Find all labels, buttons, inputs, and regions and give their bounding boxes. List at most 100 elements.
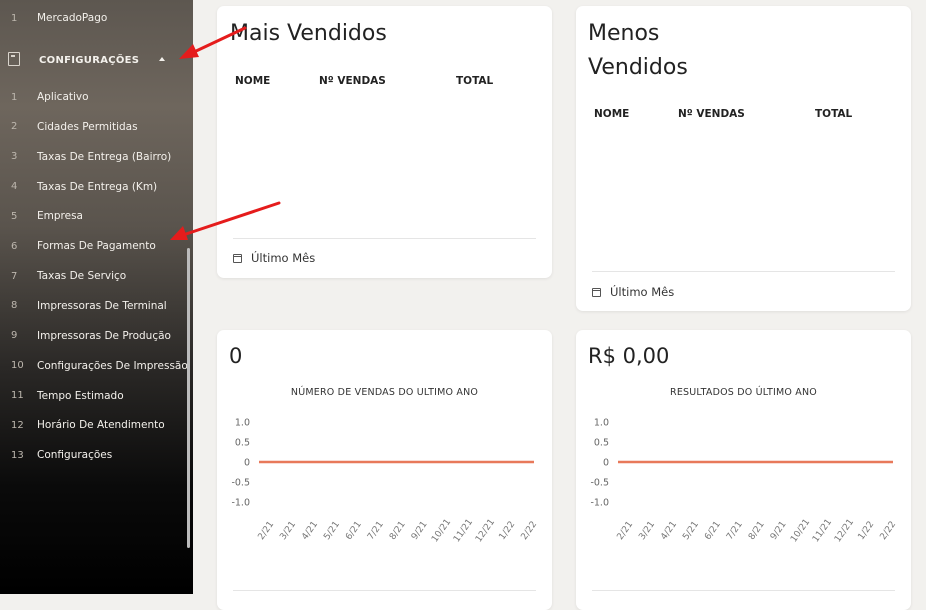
sidebar-item[interactable]: 4 Taxas De Entrega (Km) <box>0 173 193 201</box>
x-tick-label: 12/21 <box>833 517 856 544</box>
data-point[interactable] <box>776 461 779 463</box>
worst-sellers-card: Menos Vendidos NOME Nº VENDAS TOTAL Últi… <box>576 6 911 311</box>
sidebar-item-label: Taxas De Serviço <box>37 270 127 283</box>
sidebar-item[interactable]: 6 Formas De Pagamento <box>0 232 193 260</box>
sidebar-item-number: 6 <box>11 240 18 252</box>
sidebar-item[interactable]: 1 Aplicativo <box>0 83 193 111</box>
best-sellers-title: Mais Vendidos <box>230 21 387 46</box>
sales-count-value: 0 <box>229 344 243 368</box>
sidebar-item-number: 2 <box>11 121 18 133</box>
x-tick-label: 4/21 <box>659 520 679 542</box>
sidebar-item-number: 9 <box>11 330 18 342</box>
sidebar-item-label: Formas De Pagamento <box>37 240 156 253</box>
book-icon <box>8 52 20 66</box>
data-point[interactable] <box>842 461 844 463</box>
data-point[interactable] <box>505 461 507 463</box>
x-tick-label: 12/21 <box>474 517 497 544</box>
sidebar-item-number: 1 <box>11 12 18 24</box>
sidebar: 1 MercadoPago CONFIGURAÇÕES 1 Aplicativo 2… <box>0 0 193 594</box>
sidebar-item[interactable]: 2 Cidades Permitidas <box>0 113 193 141</box>
sidebar-item[interactable]: 3 Taxas De Entrega (Bairro) <box>0 143 193 171</box>
data-point[interactable] <box>710 461 713 463</box>
data-point[interactable] <box>688 461 691 463</box>
sidebar-item-label: Tempo Estimado <box>37 389 124 402</box>
x-tick-label: 3/21 <box>278 520 298 542</box>
caret-up-icon[interactable] <box>159 57 165 61</box>
data-point[interactable] <box>373 461 376 463</box>
sidebar-item[interactable]: 8 Impressoras De Terminal <box>0 292 193 320</box>
x-tick-label: 4/21 <box>300 520 320 542</box>
data-point[interactable] <box>732 461 735 463</box>
best-sellers-footer: Último Mês <box>233 251 315 265</box>
data-point[interactable] <box>351 461 354 463</box>
sidebar-item-label: Impressoras De Produção <box>37 329 171 342</box>
data-point[interactable] <box>395 461 398 463</box>
sidebar-item-number: 13 <box>11 449 24 461</box>
sidebar-item-number: 11 <box>11 390 24 401</box>
sidebar-item[interactable]: 11 Tempo Estimado <box>0 382 193 410</box>
sidebar-item[interactable]: 7 Taxas De Serviço <box>0 262 193 290</box>
data-point[interactable] <box>820 461 823 463</box>
x-tick-label: 2/21 <box>256 520 276 542</box>
sidebar-item-number: 3 <box>11 151 18 163</box>
card-divider <box>592 590 895 591</box>
x-tick-label: 6/21 <box>703 520 723 542</box>
sidebar-item-mercadopago[interactable]: 1 MercadoPago <box>0 4 193 32</box>
data-point[interactable] <box>527 461 529 463</box>
worst-sellers-title-line2: Vendidos <box>588 55 688 80</box>
data-point[interactable] <box>308 461 310 463</box>
data-point[interactable] <box>864 461 866 463</box>
sidebar-item-label: MercadoPago <box>37 12 108 24</box>
x-tick-label: 8/21 <box>747 520 767 542</box>
sidebar-section-configuracoes[interactable]: CONFIGURAÇÕES <box>0 45 193 75</box>
x-tick-label: 8/21 <box>388 520 408 542</box>
sidebar-item-number: 7 <box>11 270 18 282</box>
sidebar-item-number: 10 <box>11 360 24 372</box>
card-divider <box>592 271 895 272</box>
data-point[interactable] <box>623 461 625 463</box>
x-tick-label: 5/21 <box>681 520 701 542</box>
data-point[interactable] <box>329 461 332 463</box>
sales-line-chart: 1.0 0.5 0 -0.5 -1.0 2/21 3/21 4/21 5/21 6/21 7/21 8… <box>231 418 539 545</box>
column-header-total: TOTAL <box>456 75 494 87</box>
calendar-icon <box>233 253 242 263</box>
sidebar-scrollbar[interactable] <box>187 248 190 548</box>
data-point[interactable] <box>667 461 669 463</box>
card-divider <box>233 238 536 239</box>
sidebar-item[interactable]: 13 Configurações <box>0 441 193 469</box>
sidebar-item-number: 4 <box>11 181 18 193</box>
data-point[interactable] <box>886 461 888 463</box>
sidebar-item-label: Taxas De Entrega (Bairro) <box>37 150 172 163</box>
data-point[interactable] <box>645 461 647 463</box>
sidebar-item-label: Configurações De Impressão <box>37 359 188 372</box>
sidebar-item[interactable]: 10 Configurações De Impressão <box>0 352 193 380</box>
sidebar-item-label: Taxas De Entrega (Km) <box>37 180 158 193</box>
best-sellers-card: Mais Vendidos NOME Nº VENDAS TOTAL Últim… <box>217 6 552 278</box>
data-point[interactable] <box>461 461 464 463</box>
data-point[interactable] <box>286 461 288 463</box>
x-tick-label: 7/21 <box>725 520 745 542</box>
y-tick-label: 0 <box>603 458 609 469</box>
data-point[interactable] <box>754 461 757 463</box>
x-tick-label: 9/21 <box>769 520 789 542</box>
sidebar-item-label: Impressoras De Terminal <box>37 299 167 312</box>
sidebar-item-number: 8 <box>11 300 18 312</box>
column-header-sales: Nº VENDAS <box>319 75 386 87</box>
sales-chart-title: NÚMERO DE VENDAS DO ULTIMO ANO <box>290 387 479 398</box>
sidebar-item-label: Empresa <box>37 210 83 223</box>
data-point[interactable] <box>439 461 442 463</box>
sidebar-item[interactable]: 5 Empresa <box>0 202 193 230</box>
sidebar-item-number: 1 <box>11 91 18 103</box>
x-tick-label: 2/22 <box>519 520 539 542</box>
sidebar-item[interactable]: 12 Horário De Atendimento <box>0 411 193 439</box>
data-point[interactable] <box>417 461 420 463</box>
worst-sellers-footer: Último Mês <box>592 285 674 299</box>
data-point[interactable] <box>798 461 801 463</box>
sidebar-item[interactable]: 9 Impressoras De Produção <box>0 322 193 350</box>
data-point[interactable] <box>483 461 485 463</box>
data-point[interactable] <box>264 461 266 463</box>
sales-count-card: 0 NÚMERO DE VENDAS DO ULTIMO ANO 1.0 0.5 0… <box>217 330 552 610</box>
y-tick-label: -0.5 <box>231 478 250 489</box>
column-header-name: NOME <box>235 75 271 87</box>
results-card: R$ 0,00 RESULTADOS DO ÚLTIMO ANO 1.0 0.5 0… <box>576 330 911 610</box>
